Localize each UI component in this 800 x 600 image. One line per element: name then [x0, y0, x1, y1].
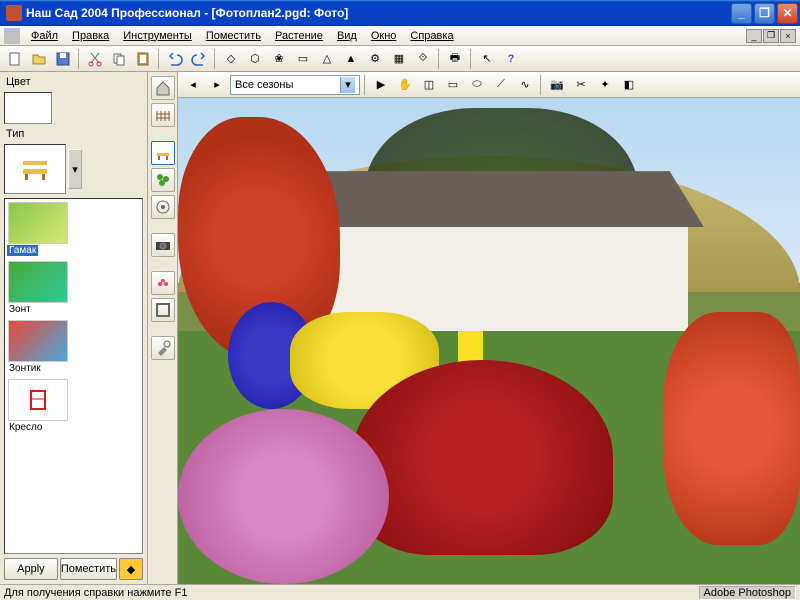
object-list[interactable]: Гамак Зонт Зонтик Кресло [4, 198, 143, 554]
apply-button[interactable]: Apply [4, 558, 58, 580]
magic-tool[interactable]: ✦ [594, 74, 616, 96]
bush-object [178, 409, 389, 584]
tool-g-button[interactable]: ⚙ [364, 48, 386, 70]
type-selector[interactable] [4, 144, 66, 194]
print-button[interactable]: 🖶 [444, 48, 466, 70]
color-label: Цвет [2, 74, 145, 90]
camera-tool[interactable]: 📷 [546, 74, 568, 96]
list-item[interactable]: Зонт [5, 258, 142, 317]
bench-icon [17, 155, 53, 183]
cat-flower-button[interactable] [151, 271, 175, 295]
lasso-tool[interactable]: ⬭ [466, 74, 488, 96]
bush-object [352, 360, 613, 554]
cat-tool-button[interactable] [151, 336, 175, 360]
item-thumb [8, 320, 68, 362]
category-toolbar [148, 72, 178, 584]
menu-help[interactable]: Справка [403, 28, 460, 44]
curve-tool[interactable]: ∿ [514, 74, 536, 96]
item-thumb [8, 202, 68, 244]
main-toolbar: ◇ ⬡ ❀ ▭ △ ▲ ⚙ ▦ ⟐ 🖶 ↖ ? [0, 46, 800, 72]
save-button[interactable] [52, 48, 74, 70]
marquee-tool[interactable]: ◫ [418, 74, 440, 96]
doc-minimize-button[interactable]: _ [746, 29, 762, 43]
paste-button[interactable] [132, 48, 154, 70]
open-button[interactable] [28, 48, 50, 70]
cat-fence-button[interactable] [151, 103, 175, 127]
item-label: Зонт [7, 304, 33, 315]
tool-e-button[interactable]: △ [316, 48, 338, 70]
help-button[interactable]: ? [500, 48, 522, 70]
status-bar: Для получения справки нажмите F1 Adobe P… [0, 584, 800, 600]
item-thumb [8, 379, 68, 421]
type-label: Тип [2, 126, 145, 142]
app-icon [6, 5, 22, 21]
list-item[interactable]: Гамак [5, 199, 142, 258]
copy-button[interactable] [108, 48, 130, 70]
cat-furniture-button[interactable] [151, 141, 175, 165]
tool-f-button[interactable]: ▲ [340, 48, 362, 70]
color-swatch[interactable] [4, 92, 52, 124]
rect-select-tool[interactable]: ▭ [442, 74, 464, 96]
bush-object [663, 312, 800, 545]
undo-button[interactable] [164, 48, 186, 70]
menu-bar: Файл Правка Инструменты Поместить Растен… [0, 26, 800, 46]
gradient-tool[interactable]: ◧ [618, 74, 640, 96]
photo-canvas[interactable] [178, 98, 800, 584]
menu-file[interactable]: Файл [24, 28, 65, 44]
item-label: Кресло [7, 422, 44, 433]
menu-edit[interactable]: Правка [65, 28, 116, 44]
tool-d-button[interactable]: ▭ [292, 48, 314, 70]
doc-close-button[interactable]: × [780, 29, 796, 43]
redo-button[interactable] [188, 48, 210, 70]
window-title: Наш Сад 2004 Профессионал - [Фотоплан2.p… [26, 6, 731, 20]
cut-button[interactable] [84, 48, 106, 70]
title-bar: Наш Сад 2004 Профессионал - [Фотоплан2.p… [0, 0, 800, 26]
season-dropdown[interactable]: Все сезоны ▾ [230, 75, 360, 95]
canvas-toolbar: ◂ ▸ Все сезоны ▾ ▶ ✋ ◫ ▭ ⬭ ⟋ ∿ 📷 ✂ ✦ ◧ [178, 72, 800, 98]
cat-misc-button[interactable] [151, 195, 175, 219]
pointer-button[interactable]: ↖ [476, 48, 498, 70]
close-button[interactable]: ✕ [777, 3, 798, 24]
status-text: Для получения справки нажмите F1 [4, 587, 187, 599]
menu-tools[interactable]: Инструменты [116, 28, 199, 44]
tool-i-button[interactable]: ⟐ [412, 48, 434, 70]
menu-window[interactable]: Окно [364, 28, 404, 44]
list-item[interactable]: Кресло [5, 376, 142, 435]
document-icon[interactable] [4, 28, 20, 44]
tool-b-button[interactable]: ⬡ [244, 48, 266, 70]
menu-place[interactable]: Поместить [199, 28, 268, 44]
cat-frame-button[interactable] [151, 298, 175, 322]
list-item[interactable]: Зонтик [5, 317, 142, 376]
left-panel: Цвет Тип ▾ Гамак Зонт Зонтик [0, 72, 148, 584]
minimize-button[interactable]: _ [731, 3, 752, 24]
doc-restore-button[interactable]: ❐ [763, 29, 779, 43]
status-right: Adobe Photoshop [699, 586, 796, 600]
cat-camera-button[interactable] [151, 233, 175, 257]
hand-tool[interactable]: ✋ [394, 74, 416, 96]
tool-a-button[interactable]: ◇ [220, 48, 242, 70]
place-button[interactable]: Поместить [60, 558, 117, 580]
nav-left-button[interactable]: ◂ [182, 74, 204, 96]
tool-c-button[interactable]: ❀ [268, 48, 290, 70]
maximize-button[interactable]: ❐ [754, 3, 775, 24]
cat-house-button[interactable] [151, 76, 175, 100]
item-label: Гамак [7, 245, 38, 256]
chevron-down-icon: ▾ [340, 77, 355, 93]
select-tool[interactable]: ▶ [370, 74, 392, 96]
cat-plants-button[interactable] [151, 168, 175, 192]
tool-h-button[interactable]: ▦ [388, 48, 410, 70]
cut-tool[interactable]: ✂ [570, 74, 592, 96]
season-value: Все сезоны [235, 79, 293, 91]
item-thumb [8, 261, 68, 303]
menu-view[interactable]: Вид [330, 28, 364, 44]
type-dropdown-button[interactable]: ▾ [68, 149, 82, 189]
nav-right-button[interactable]: ▸ [206, 74, 228, 96]
polyline-tool[interactable]: ⟋ [490, 74, 512, 96]
menu-plant[interactable]: Растение [268, 28, 330, 44]
warning-button[interactable]: ◆ [119, 558, 143, 580]
new-button[interactable] [4, 48, 26, 70]
item-label: Зонтик [7, 363, 43, 374]
